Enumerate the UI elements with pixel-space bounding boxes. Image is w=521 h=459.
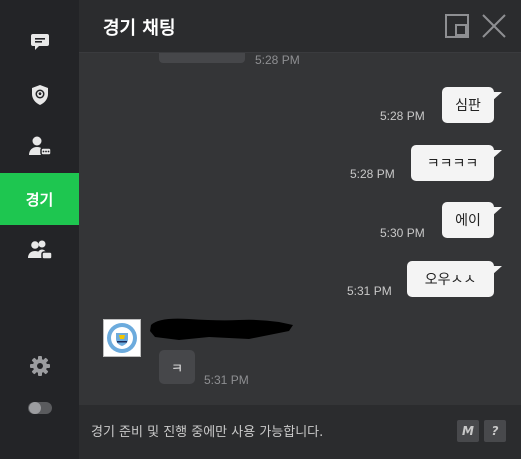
person-chat-icon: [28, 136, 52, 156]
chat-header: 경기 채팅: [79, 0, 521, 53]
chat-footer: 경기 준비 및 진행 중에만 사용 가능합니다. M ?: [79, 405, 521, 459]
incoming-message-time: 5:31 PM: [204, 373, 249, 387]
message-text: ㅋㅋㅋㅋ: [426, 156, 479, 172]
gear-icon: [29, 356, 50, 376]
incoming-message-text: ㅋ: [171, 361, 183, 377]
message-text: 심판: [455, 98, 481, 114]
popout-window-icon: [445, 14, 469, 38]
avatar[interactable]: [103, 319, 141, 357]
message-bubble[interactable]: 심판: [442, 87, 502, 123]
help-button[interactable]: ?: [484, 420, 506, 442]
group-chat-icon: [27, 240, 53, 260]
popout-button[interactable]: [444, 13, 470, 39]
close-icon: [482, 14, 506, 38]
sidebar-group-button[interactable]: [0, 228, 79, 272]
sidebar-friends-chat-button[interactable]: [0, 124, 79, 168]
message-bubble[interactable]: ㅋㅋㅋㅋ: [411, 145, 502, 181]
toggle-switch[interactable]: [0, 386, 79, 430]
message-time: 5:31 PM: [347, 284, 392, 298]
sidebar: 경기: [0, 0, 79, 459]
message-bubble[interactable]: 에이: [442, 202, 502, 238]
shield-ball-icon: [31, 85, 48, 105]
page-title: 경기 채팅: [103, 18, 176, 39]
chat-area[interactable]: 5:28 PM 심판 5:28 PM ㅋㅋㅋㅋ 5:28 PM 에이 5:30 …: [79, 53, 521, 405]
club-crest-icon: [107, 323, 137, 353]
settings-button[interactable]: [0, 344, 79, 388]
redacted-username: [150, 318, 293, 340]
message-time: 5:28 PM: [380, 109, 425, 123]
message-text: 오우ㅅㅅ: [424, 272, 477, 288]
incoming-message-bubble[interactable]: ㅋ: [159, 350, 195, 384]
message-time: 5:28 PM: [350, 167, 395, 181]
message-bubble[interactable]: 오우ㅅㅅ: [407, 261, 502, 297]
toggle-icon: [27, 402, 52, 414]
message-time: 5:30 PM: [380, 226, 425, 240]
sidebar-club-button[interactable]: [0, 73, 79, 117]
chat-disabled-notice: 경기 준비 및 진행 중에만 사용 가능합니다.: [91, 425, 324, 440]
sidebar-item-match[interactable]: 경기: [0, 173, 79, 225]
sidebar-item-match-label: 경기: [25, 190, 54, 209]
message-text: 에이: [455, 213, 481, 229]
previous-message-bubble: [159, 53, 245, 63]
chat-bubble-icon: [30, 34, 49, 50]
sidebar-chat-button[interactable]: [0, 20, 79, 64]
macro-button[interactable]: M: [457, 420, 479, 442]
close-button[interactable]: [481, 13, 507, 39]
previous-message-time: 5:28 PM: [255, 53, 300, 67]
